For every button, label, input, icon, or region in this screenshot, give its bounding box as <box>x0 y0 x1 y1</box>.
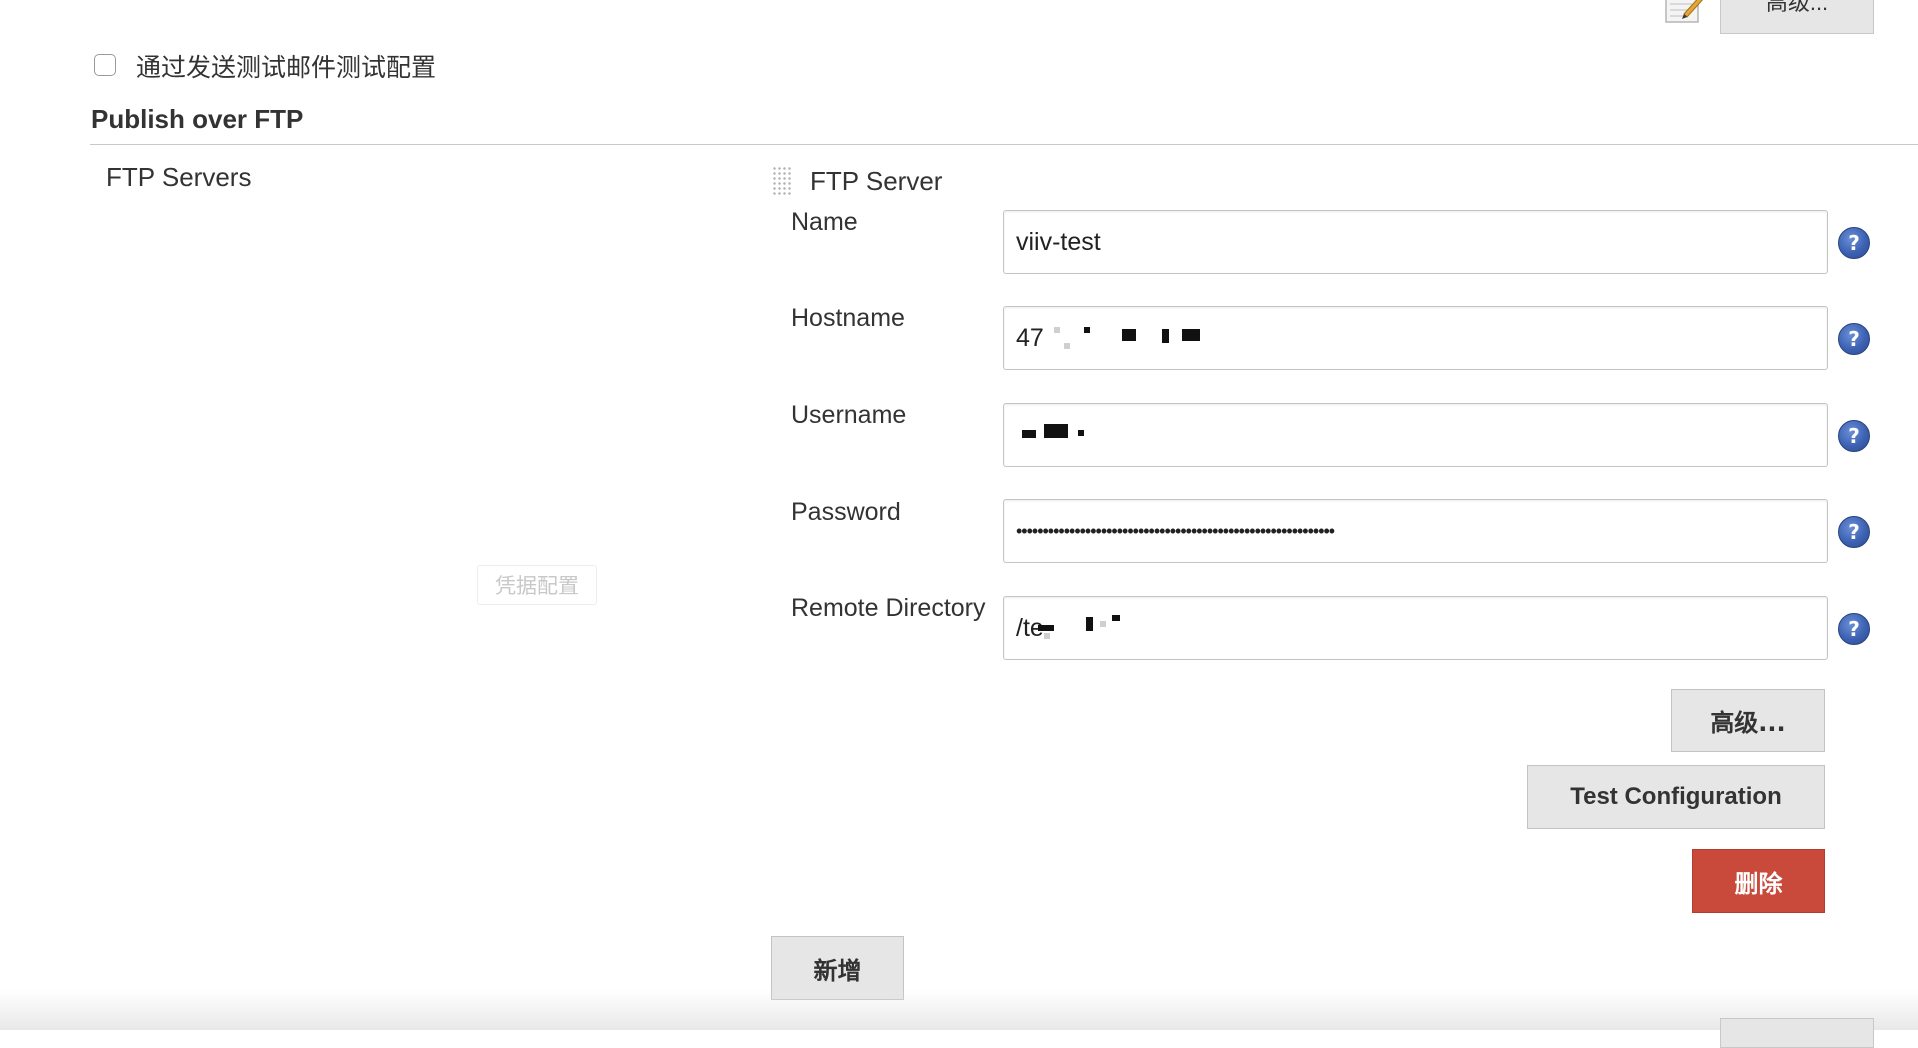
email-test-checkbox-label: 通过发送测试邮件测试配置 <box>136 53 437 82</box>
redaction-mark <box>1182 329 1200 341</box>
redaction-mark <box>1038 625 1054 631</box>
name-label: Name <box>791 208 858 236</box>
password-label: Password <box>791 498 901 526</box>
hostname-input[interactable]: 47 <box>1003 306 1828 370</box>
redaction-mark <box>1100 621 1106 627</box>
password-input-value: ••••••••••••••••••••••••••••••••••••••••… <box>1016 520 1335 541</box>
username-input[interactable] <box>1003 403 1828 467</box>
redaction-mark <box>1044 424 1068 438</box>
section-title: Publish over FTP <box>91 104 304 134</box>
ftp-servers-label: FTP Servers <box>106 162 252 192</box>
redaction-mark <box>1112 615 1120 621</box>
delete-button[interactable]: 删除 <box>1692 849 1825 913</box>
username-help-icon[interactable]: ? <box>1838 420 1870 452</box>
redaction-mark <box>1064 343 1070 349</box>
hostname-help-icon[interactable]: ? <box>1838 323 1870 355</box>
notepad-icon <box>1662 0 1706 26</box>
bottom-shadow <box>0 990 1918 1030</box>
advanced-button-top[interactable]: 高级... <box>1720 0 1874 34</box>
name-input-value: viiv-test <box>1016 227 1101 256</box>
bottom-button-stub[interactable] <box>1720 1018 1874 1048</box>
redaction-mark <box>1122 329 1136 341</box>
remote-directory-label: Remote Directory <box>791 594 986 622</box>
ftp-server-title: FTP Server <box>810 166 943 196</box>
section-divider <box>90 144 1918 145</box>
remote-directory-input[interactable]: /te <box>1003 596 1828 660</box>
drag-handle-icon[interactable] <box>772 166 792 196</box>
hostname-label: Hostname <box>791 304 905 332</box>
hostname-input-value: 47 <box>1016 323 1044 352</box>
password-help-icon[interactable]: ? <box>1838 516 1870 548</box>
advanced-button[interactable]: 高级... <box>1671 689 1825 752</box>
remote-directory-help-icon[interactable]: ? <box>1838 613 1870 645</box>
password-input[interactable]: ••••••••••••••••••••••••••••••••••••••••… <box>1003 499 1828 563</box>
redaction-mark <box>1162 329 1169 343</box>
redaction-mark <box>1086 617 1093 631</box>
redaction-mark <box>1022 430 1036 438</box>
username-label: Username <box>791 401 907 429</box>
redaction-mark <box>1054 327 1060 333</box>
email-test-checkbox[interactable] <box>94 54 116 76</box>
credential-config-button[interactable]: 凭据配置 <box>477 565 597 605</box>
test-configuration-button[interactable]: Test Configuration <box>1527 765 1825 829</box>
redaction-mark <box>1078 430 1084 436</box>
redaction-mark <box>1044 633 1050 639</box>
redaction-mark <box>1084 327 1090 333</box>
name-help-icon[interactable]: ? <box>1838 227 1870 259</box>
name-input[interactable]: viiv-test <box>1003 210 1828 274</box>
